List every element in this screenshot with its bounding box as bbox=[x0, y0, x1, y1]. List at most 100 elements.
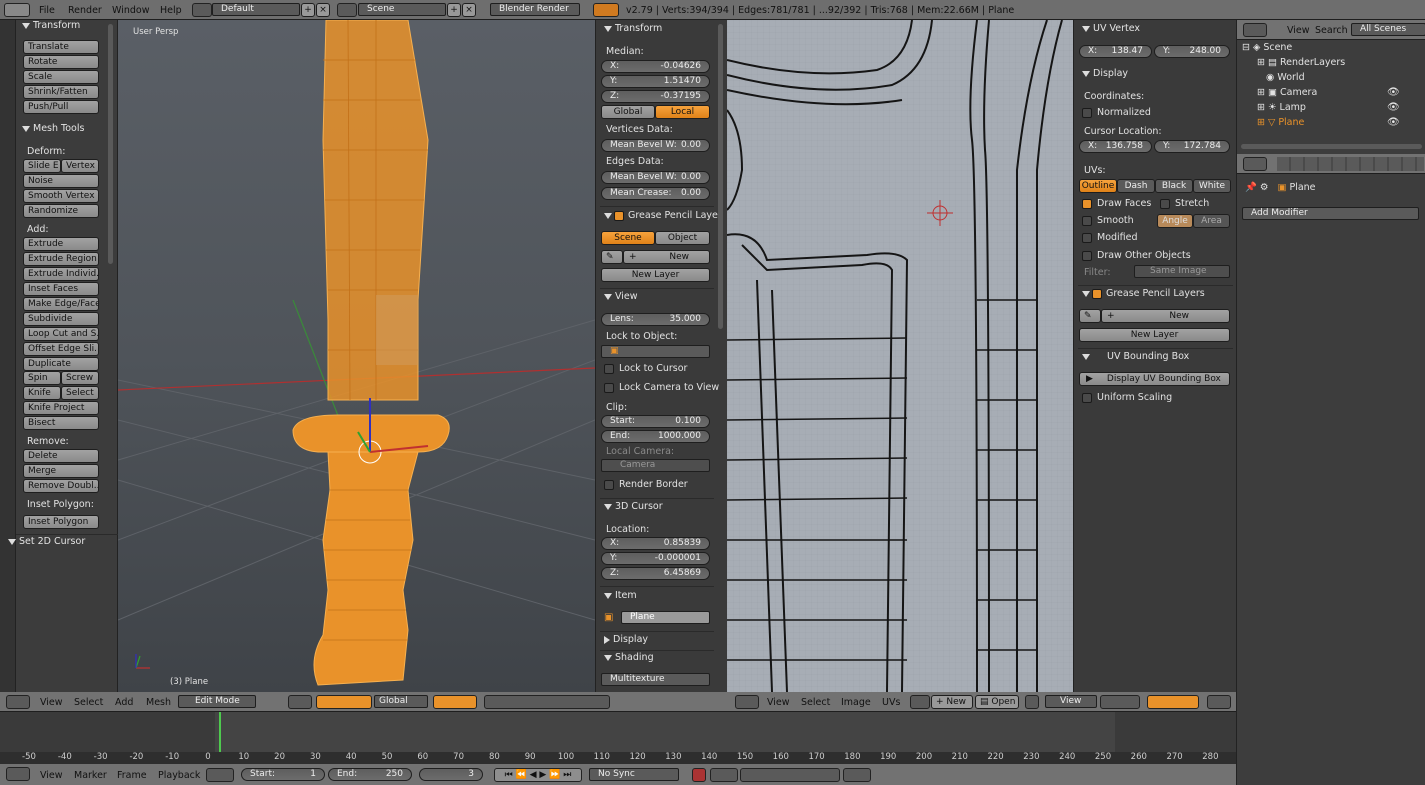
smooth-checkbox[interactable] bbox=[1082, 216, 1092, 226]
grease-pencil-checkbox[interactable] bbox=[614, 211, 624, 221]
select-mode-icons[interactable] bbox=[433, 695, 477, 709]
image-browse-icon[interactable] bbox=[910, 695, 930, 709]
outline-toggle[interactable]: Outline bbox=[1079, 179, 1117, 193]
median-x-field[interactable]: X: -0.04626 bbox=[601, 60, 710, 73]
transform-header[interactable]: Transform bbox=[22, 20, 80, 31]
remove-layout-button[interactable]: × bbox=[316, 3, 330, 17]
uv-select-menu[interactable]: Select bbox=[801, 697, 830, 708]
3d-mesh-menu[interactable]: Mesh bbox=[146, 697, 171, 708]
loop-cut-button[interactable]: Loop Cut and S... bbox=[23, 327, 99, 341]
uv-bbox-header[interactable]: UV Bounding Box bbox=[1082, 351, 1189, 362]
uv-cursor-y-field[interactable]: Y: 172.784 bbox=[1154, 140, 1230, 153]
timeline-frame-menu[interactable]: Frame bbox=[117, 770, 147, 781]
screw-button[interactable]: Screw bbox=[61, 371, 99, 385]
uv-view-menu[interactable]: View bbox=[767, 697, 790, 708]
menu-file[interactable]: File bbox=[39, 5, 55, 16]
remove-doubles-button[interactable]: Remove Doubl... bbox=[23, 479, 99, 493]
3d-viewport[interactable]: User Persp (3) Plane bbox=[118, 20, 595, 692]
record-icon[interactable] bbox=[692, 768, 706, 782]
extrude-individual-button[interactable]: Extrude Individ... bbox=[23, 267, 99, 281]
add-scene-button[interactable]: + bbox=[447, 3, 461, 17]
area-toggle[interactable]: Area bbox=[1193, 214, 1230, 228]
keying-icons[interactable] bbox=[710, 768, 738, 782]
merge-button[interactable]: Merge bbox=[23, 464, 99, 478]
randomize-button[interactable]: Randomize bbox=[23, 204, 99, 218]
gp-new-layer-button[interactable]: New Layer bbox=[601, 268, 710, 282]
spin-button[interactable]: Spin bbox=[23, 371, 61, 385]
uv-cursor-x-field[interactable]: X: 136.758 bbox=[1079, 140, 1152, 153]
dash-toggle[interactable]: Dash bbox=[1117, 179, 1155, 193]
gp-pencil-icon[interactable]: ✎ bbox=[601, 250, 623, 264]
properties-context-tabs[interactable] bbox=[1277, 157, 1424, 171]
angle-toggle[interactable]: Angle bbox=[1157, 214, 1193, 228]
make-edge-face-button[interactable]: Make Edge/Face bbox=[23, 297, 99, 311]
3d-select-menu[interactable]: Select bbox=[74, 697, 103, 708]
layout-field[interactable]: Default bbox=[212, 3, 300, 16]
median-y-field[interactable]: Y: 1.51470 bbox=[601, 75, 710, 88]
item-header[interactable]: Item bbox=[604, 590, 637, 601]
timeline-editor-icon[interactable] bbox=[6, 767, 30, 781]
uv-new-image-button[interactable]: + New bbox=[931, 695, 973, 709]
slide-vertex-button[interactable]: Vertex bbox=[61, 159, 99, 173]
outliner-item-camera[interactable]: ⊞ ▣ Camera bbox=[1257, 87, 1317, 98]
transform-manipulator-icon[interactable] bbox=[316, 695, 372, 709]
keying-set-field[interactable] bbox=[740, 768, 840, 782]
local-toggle[interactable]: Local bbox=[655, 105, 710, 119]
modified-checkbox[interactable] bbox=[1082, 233, 1092, 243]
offset-edge-slide-button[interactable]: Offset Edge Sli... bbox=[23, 342, 99, 356]
knife-button[interactable]: Knife bbox=[23, 386, 61, 400]
display-uv-bbox-button[interactable]: ▶ Display UV Bounding Box bbox=[1079, 372, 1230, 386]
outliner-item-lamp[interactable]: ⊞ ☀ Lamp bbox=[1257, 102, 1306, 113]
subdivide-button[interactable]: Subdivide bbox=[23, 312, 99, 326]
lock-camera-checkbox[interactable] bbox=[604, 383, 614, 393]
current-frame-field[interactable]: 3 bbox=[419, 768, 483, 781]
lamp-visibility-icon[interactable]: 👁 bbox=[1387, 102, 1400, 113]
remove-scene-button[interactable]: × bbox=[462, 3, 476, 17]
shading-header[interactable]: Shading bbox=[604, 652, 654, 663]
uv-editor-type-icon[interactable] bbox=[735, 695, 759, 709]
smooth-vertex-button[interactable]: Smooth Vertex bbox=[23, 189, 99, 203]
mesh-tools-header[interactable]: Mesh Tools bbox=[22, 123, 84, 134]
slide-edge-button[interactable]: Slide E bbox=[23, 159, 61, 173]
menu-help[interactable]: Help bbox=[160, 5, 182, 16]
insert-keyframe-icons[interactable] bbox=[843, 768, 871, 782]
npanel-transform-header[interactable]: Transform bbox=[604, 23, 662, 34]
render-border-checkbox[interactable] bbox=[604, 480, 614, 490]
stretch-checkbox[interactable] bbox=[1160, 199, 1170, 209]
shading-select-icon[interactable] bbox=[288, 695, 312, 709]
3d-cursor-header[interactable]: 3D Cursor bbox=[604, 501, 663, 512]
normalized-checkbox[interactable] bbox=[1082, 108, 1092, 118]
white-toggle[interactable]: White bbox=[1193, 179, 1231, 193]
uniform-scaling-checkbox[interactable] bbox=[1082, 393, 1092, 403]
playback-controls[interactable]: ⏮ ⏪ ◀ ▶ ⏩ ⏭ bbox=[494, 768, 582, 782]
vertex-mean-bevel-field[interactable]: Mean Bevel W: 0.00 bbox=[601, 139, 710, 152]
bisect-button[interactable]: Bisect bbox=[23, 416, 99, 430]
outliner-item-scene[interactable]: ⊟ ◈ Scene bbox=[1242, 42, 1292, 53]
lock-to-cursor-checkbox[interactable] bbox=[604, 364, 614, 374]
lens-field[interactable]: Lens: 35.000 bbox=[601, 313, 710, 326]
duplicate-button[interactable]: Duplicate bbox=[23, 357, 99, 371]
extrude-button[interactable]: Extrude bbox=[23, 237, 99, 251]
clip-end-field[interactable]: End: 1000.000 bbox=[601, 430, 710, 443]
timeline-view-menu[interactable]: View bbox=[40, 770, 63, 781]
delete-button[interactable]: Delete bbox=[23, 449, 99, 463]
outliner-item-plane[interactable]: ⊞ ▽ Plane bbox=[1257, 117, 1304, 128]
outliner-view-menu[interactable]: View bbox=[1287, 25, 1310, 36]
properties-editor-icon[interactable] bbox=[1243, 157, 1267, 171]
3d-add-menu[interactable]: Add bbox=[115, 697, 133, 708]
3d-editor-type-icon[interactable] bbox=[6, 695, 30, 709]
knife-project-button[interactable]: Knife Project bbox=[23, 401, 99, 415]
npanel-scrollbar[interactable] bbox=[718, 24, 723, 329]
info-editor-icon[interactable] bbox=[4, 3, 30, 17]
lock-object-field[interactable]: ▣ bbox=[601, 345, 710, 358]
scale-button[interactable]: Scale bbox=[23, 70, 99, 84]
uv-pivot-icons[interactable] bbox=[1100, 695, 1140, 709]
mean-crease-field[interactable]: Mean Crease: 0.00 bbox=[601, 187, 710, 200]
uv-uvs-menu[interactable]: UVs bbox=[882, 697, 900, 708]
filter-select[interactable]: Same Image bbox=[1134, 265, 1230, 278]
orientation-select[interactable]: Global bbox=[374, 695, 428, 708]
gp-new-button[interactable]: + New bbox=[623, 250, 710, 264]
translate-button[interactable]: Translate bbox=[23, 40, 99, 54]
layout-icon[interactable] bbox=[192, 3, 212, 17]
outliner-item-renderlayers[interactable]: ⊞ ▤ RenderLayers bbox=[1257, 57, 1345, 68]
